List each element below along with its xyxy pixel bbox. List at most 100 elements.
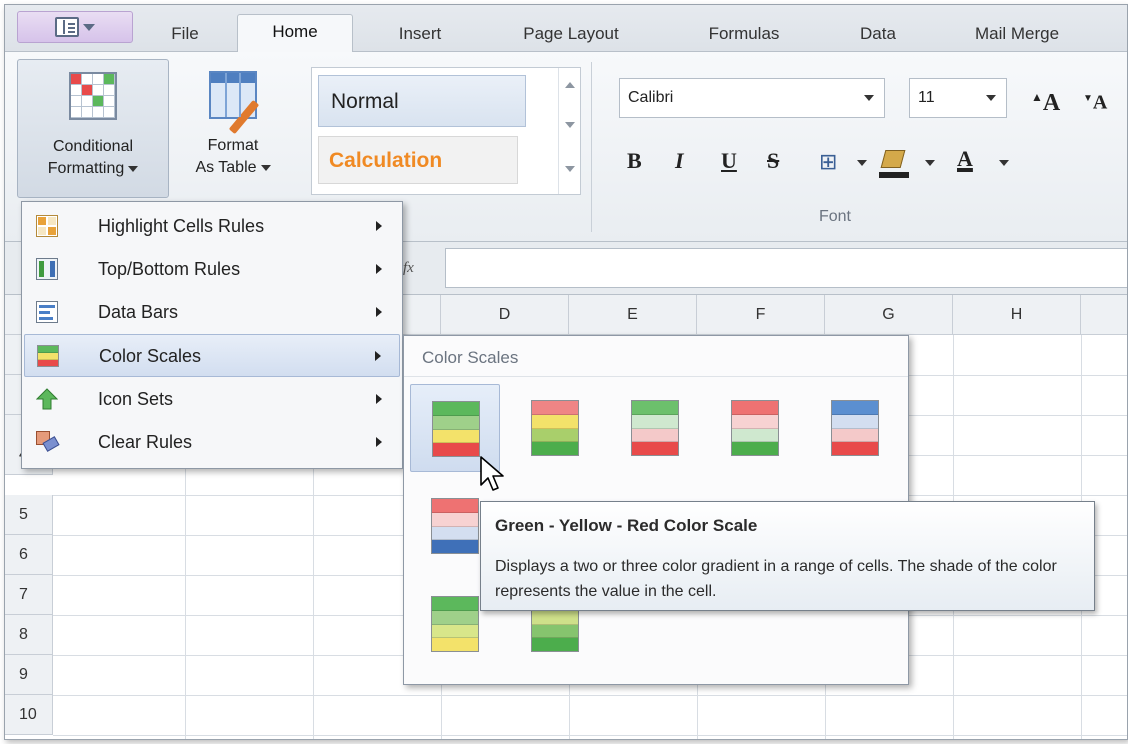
color-scale-swatch: [531, 400, 579, 456]
menu-item-highlight-cells-rules[interactable]: Highlight Cells Rules: [24, 205, 400, 248]
chevron-right-icon: [376, 264, 382, 274]
tab-home[interactable]: Home: [237, 14, 353, 53]
menu-item-label: Highlight Cells Rules: [98, 216, 265, 236]
formula-input[interactable]: [445, 248, 1127, 288]
chevron-down-icon[interactable]: [857, 160, 867, 166]
style-normal[interactable]: Normal: [318, 75, 526, 127]
insert-function-button[interactable]: fx: [403, 251, 429, 285]
bold-button[interactable]: B: [627, 146, 642, 176]
menu-item-label: Clear Rules: [98, 432, 193, 452]
conditional-formatting-label-1: Conditional: [52, 138, 134, 155]
scroll-down-icon[interactable]: [565, 122, 575, 128]
color-scale-blue-white-red[interactable]: [810, 384, 900, 472]
tab-data[interactable]: Data: [843, 19, 913, 52]
menu-item-clear-rules[interactable]: Clear Rules: [24, 421, 400, 464]
color-scale-swatch: [731, 400, 779, 456]
chevron-down-icon: [260, 164, 271, 171]
menu-item-label: Icon Sets: [98, 389, 174, 409]
conditional-formatting-icon: [69, 72, 117, 120]
conditional-formatting-menu: Highlight Cells Rules Top/Bottom Rules D…: [21, 201, 403, 469]
font-size-value: 11: [918, 89, 935, 106]
chevron-down-icon[interactable]: [925, 160, 935, 166]
chevron-right-icon: [376, 221, 382, 231]
font-size-select[interactable]: 11: [909, 78, 1007, 118]
group-separator: [591, 62, 592, 232]
borders-icon: ⊞: [819, 150, 838, 175]
chevron-down-icon: [864, 95, 874, 101]
chevron-right-icon: [376, 437, 382, 447]
quick-access-toolbar-button[interactable]: [17, 11, 133, 43]
column-header[interactable]: [1081, 295, 1127, 335]
column-header-e[interactable]: E: [569, 295, 697, 335]
color-scale-swatch: [431, 596, 479, 652]
chevron-down-icon: [986, 95, 996, 101]
shrink-font-button[interactable]: ▼A: [1083, 84, 1107, 118]
document-icon: [55, 17, 79, 37]
top-bottom-icon: [36, 258, 58, 280]
font-color-button[interactable]: A: [957, 144, 973, 174]
menu-item-top-bottom-rules[interactable]: Top/Bottom Rules: [24, 248, 400, 291]
format-as-table-label-1: Format: [207, 137, 259, 154]
strikethrough-button[interactable]: S: [767, 146, 779, 176]
tab-insert[interactable]: Insert: [377, 19, 463, 52]
ribbon-tab-bar: File Home Insert Page Layout Formulas Da…: [5, 5, 1127, 53]
data-bars-icon: [36, 301, 58, 323]
row-header-10[interactable]: 10: [5, 695, 53, 735]
scroll-up-icon[interactable]: [565, 82, 575, 88]
conditional-formatting-button[interactable]: Conditional Formatting: [17, 59, 169, 198]
menu-item-color-scales[interactable]: Color Scales: [24, 334, 400, 377]
submenu-title: Color Scales: [422, 348, 519, 367]
tab-formulas[interactable]: Formulas: [689, 19, 799, 52]
column-header-d[interactable]: D: [441, 295, 569, 335]
chevron-right-icon: [376, 307, 382, 317]
row-header-7[interactable]: 7: [5, 575, 53, 615]
pencil-icon: [228, 99, 260, 135]
row-header-8[interactable]: 8: [5, 615, 53, 655]
color-scale-red-yellow-green[interactable]: [510, 384, 600, 472]
cell-styles-gallery: Normal Calculation: [311, 67, 581, 195]
font-family-value: Calibri: [628, 89, 674, 106]
spreadsheet-app-window: File Home Insert Page Layout Formulas Da…: [4, 4, 1128, 740]
fill-color-button[interactable]: [879, 148, 909, 178]
paint-bucket-icon: [880, 150, 906, 168]
menu-item-icon-sets[interactable]: Icon Sets: [24, 378, 400, 421]
italic-button[interactable]: I: [675, 146, 684, 176]
color-scale-green-white-red[interactable]: [610, 384, 700, 472]
tooltip-body: Displays a two or three color gradient i…: [495, 558, 1057, 600]
borders-button[interactable]: ⊞: [819, 148, 837, 178]
column-header-f[interactable]: F: [697, 295, 825, 335]
font-group-label: Font: [818, 208, 851, 225]
color-scale-swatch: [431, 498, 479, 554]
gallery-more-icon[interactable]: [565, 166, 575, 172]
font-family-select[interactable]: Calibri: [619, 78, 885, 118]
grow-font-button[interactable]: ▲A: [1031, 82, 1060, 118]
row-header-6[interactable]: 6: [5, 535, 53, 575]
conditional-formatting-label-2: Formatting: [47, 160, 125, 177]
chevron-right-icon: [375, 351, 381, 361]
column-header-g[interactable]: G: [825, 295, 953, 335]
menu-item-label: Data Bars: [98, 302, 179, 322]
gallery-scrollbar[interactable]: [558, 68, 580, 194]
style-calculation[interactable]: Calculation: [318, 136, 518, 184]
color-scales-icon: [37, 345, 59, 367]
menu-item-label: Top/Bottom Rules: [98, 259, 241, 279]
format-as-table-button[interactable]: Format As Table: [177, 59, 289, 198]
icon-sets-icon: [36, 388, 58, 410]
color-scale-swatch: [631, 400, 679, 456]
tab-file[interactable]: File: [155, 19, 215, 52]
tab-page-layout[interactable]: Page Layout: [503, 19, 639, 52]
chevron-right-icon: [376, 394, 382, 404]
row-header-9[interactable]: 9: [5, 655, 53, 695]
menu-item-label: Color Scales: [99, 346, 202, 366]
mouse-pointer-icon: [480, 456, 504, 491]
color-scale-red-white-green[interactable]: [710, 384, 800, 472]
menu-item-data-bars[interactable]: Data Bars: [24, 291, 400, 334]
underline-button[interactable]: U: [721, 146, 737, 176]
tab-mail-merge[interactable]: Mail Merge: [955, 19, 1079, 52]
fill-color-swatch: [879, 172, 909, 178]
chevron-down-icon[interactable]: [999, 160, 1009, 166]
color-scale-swatch: [432, 401, 480, 457]
chevron-down-icon: [128, 165, 139, 172]
row-header-5[interactable]: 5: [5, 495, 53, 535]
column-header-h[interactable]: H: [953, 295, 1081, 335]
